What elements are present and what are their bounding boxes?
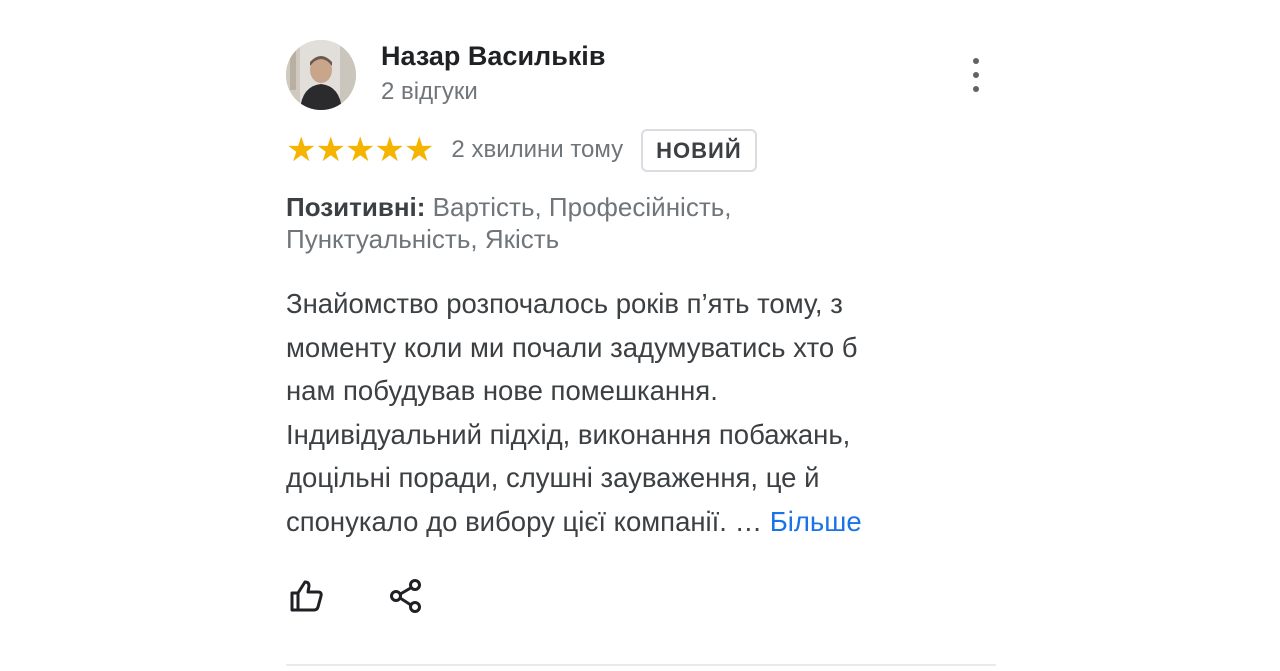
divider [286, 664, 996, 666]
star-rating: ★ ★ ★ ★ ★ [286, 131, 435, 169]
more-options-button[interactable] [961, 58, 991, 92]
review-attributes: Позитивні: Вартість, Професійність, Пунк… [286, 191, 846, 255]
thumb-up-icon [290, 580, 323, 612]
more-link[interactable]: Більше [770, 506, 862, 537]
attributes-label: Позитивні: [286, 192, 426, 222]
new-badge: НОВИЙ [641, 128, 757, 172]
more-vert-icon-dot [973, 72, 979, 78]
review-body: Знайомство розпочалось років п’ять тому,… [286, 288, 858, 537]
review-text: Знайомство розпочалось років п’ять тому,… [286, 282, 966, 543]
avatar-photo [286, 40, 356, 110]
like-button[interactable] [286, 576, 326, 616]
star-icon: ★ [403, 131, 435, 169]
author-name[interactable]: Назар Васильків [381, 41, 605, 72]
share-button[interactable] [386, 576, 426, 616]
star-icon: ★ [315, 131, 346, 169]
review-time: 2 хвилини тому [451, 136, 624, 163]
share-icon [390, 579, 421, 613]
avatar[interactable] [286, 40, 356, 110]
more-vert-icon-dot [973, 86, 979, 92]
star-icon: ★ [286, 131, 317, 169]
author-review-count: 2 відгуки [381, 78, 478, 105]
more-vert-icon [973, 58, 979, 64]
star-icon: ★ [344, 131, 376, 169]
rating-row: ★ ★ ★ ★ ★ 2 хвилини тому НОВИЙ [286, 128, 757, 172]
star-icon: ★ [374, 131, 405, 169]
